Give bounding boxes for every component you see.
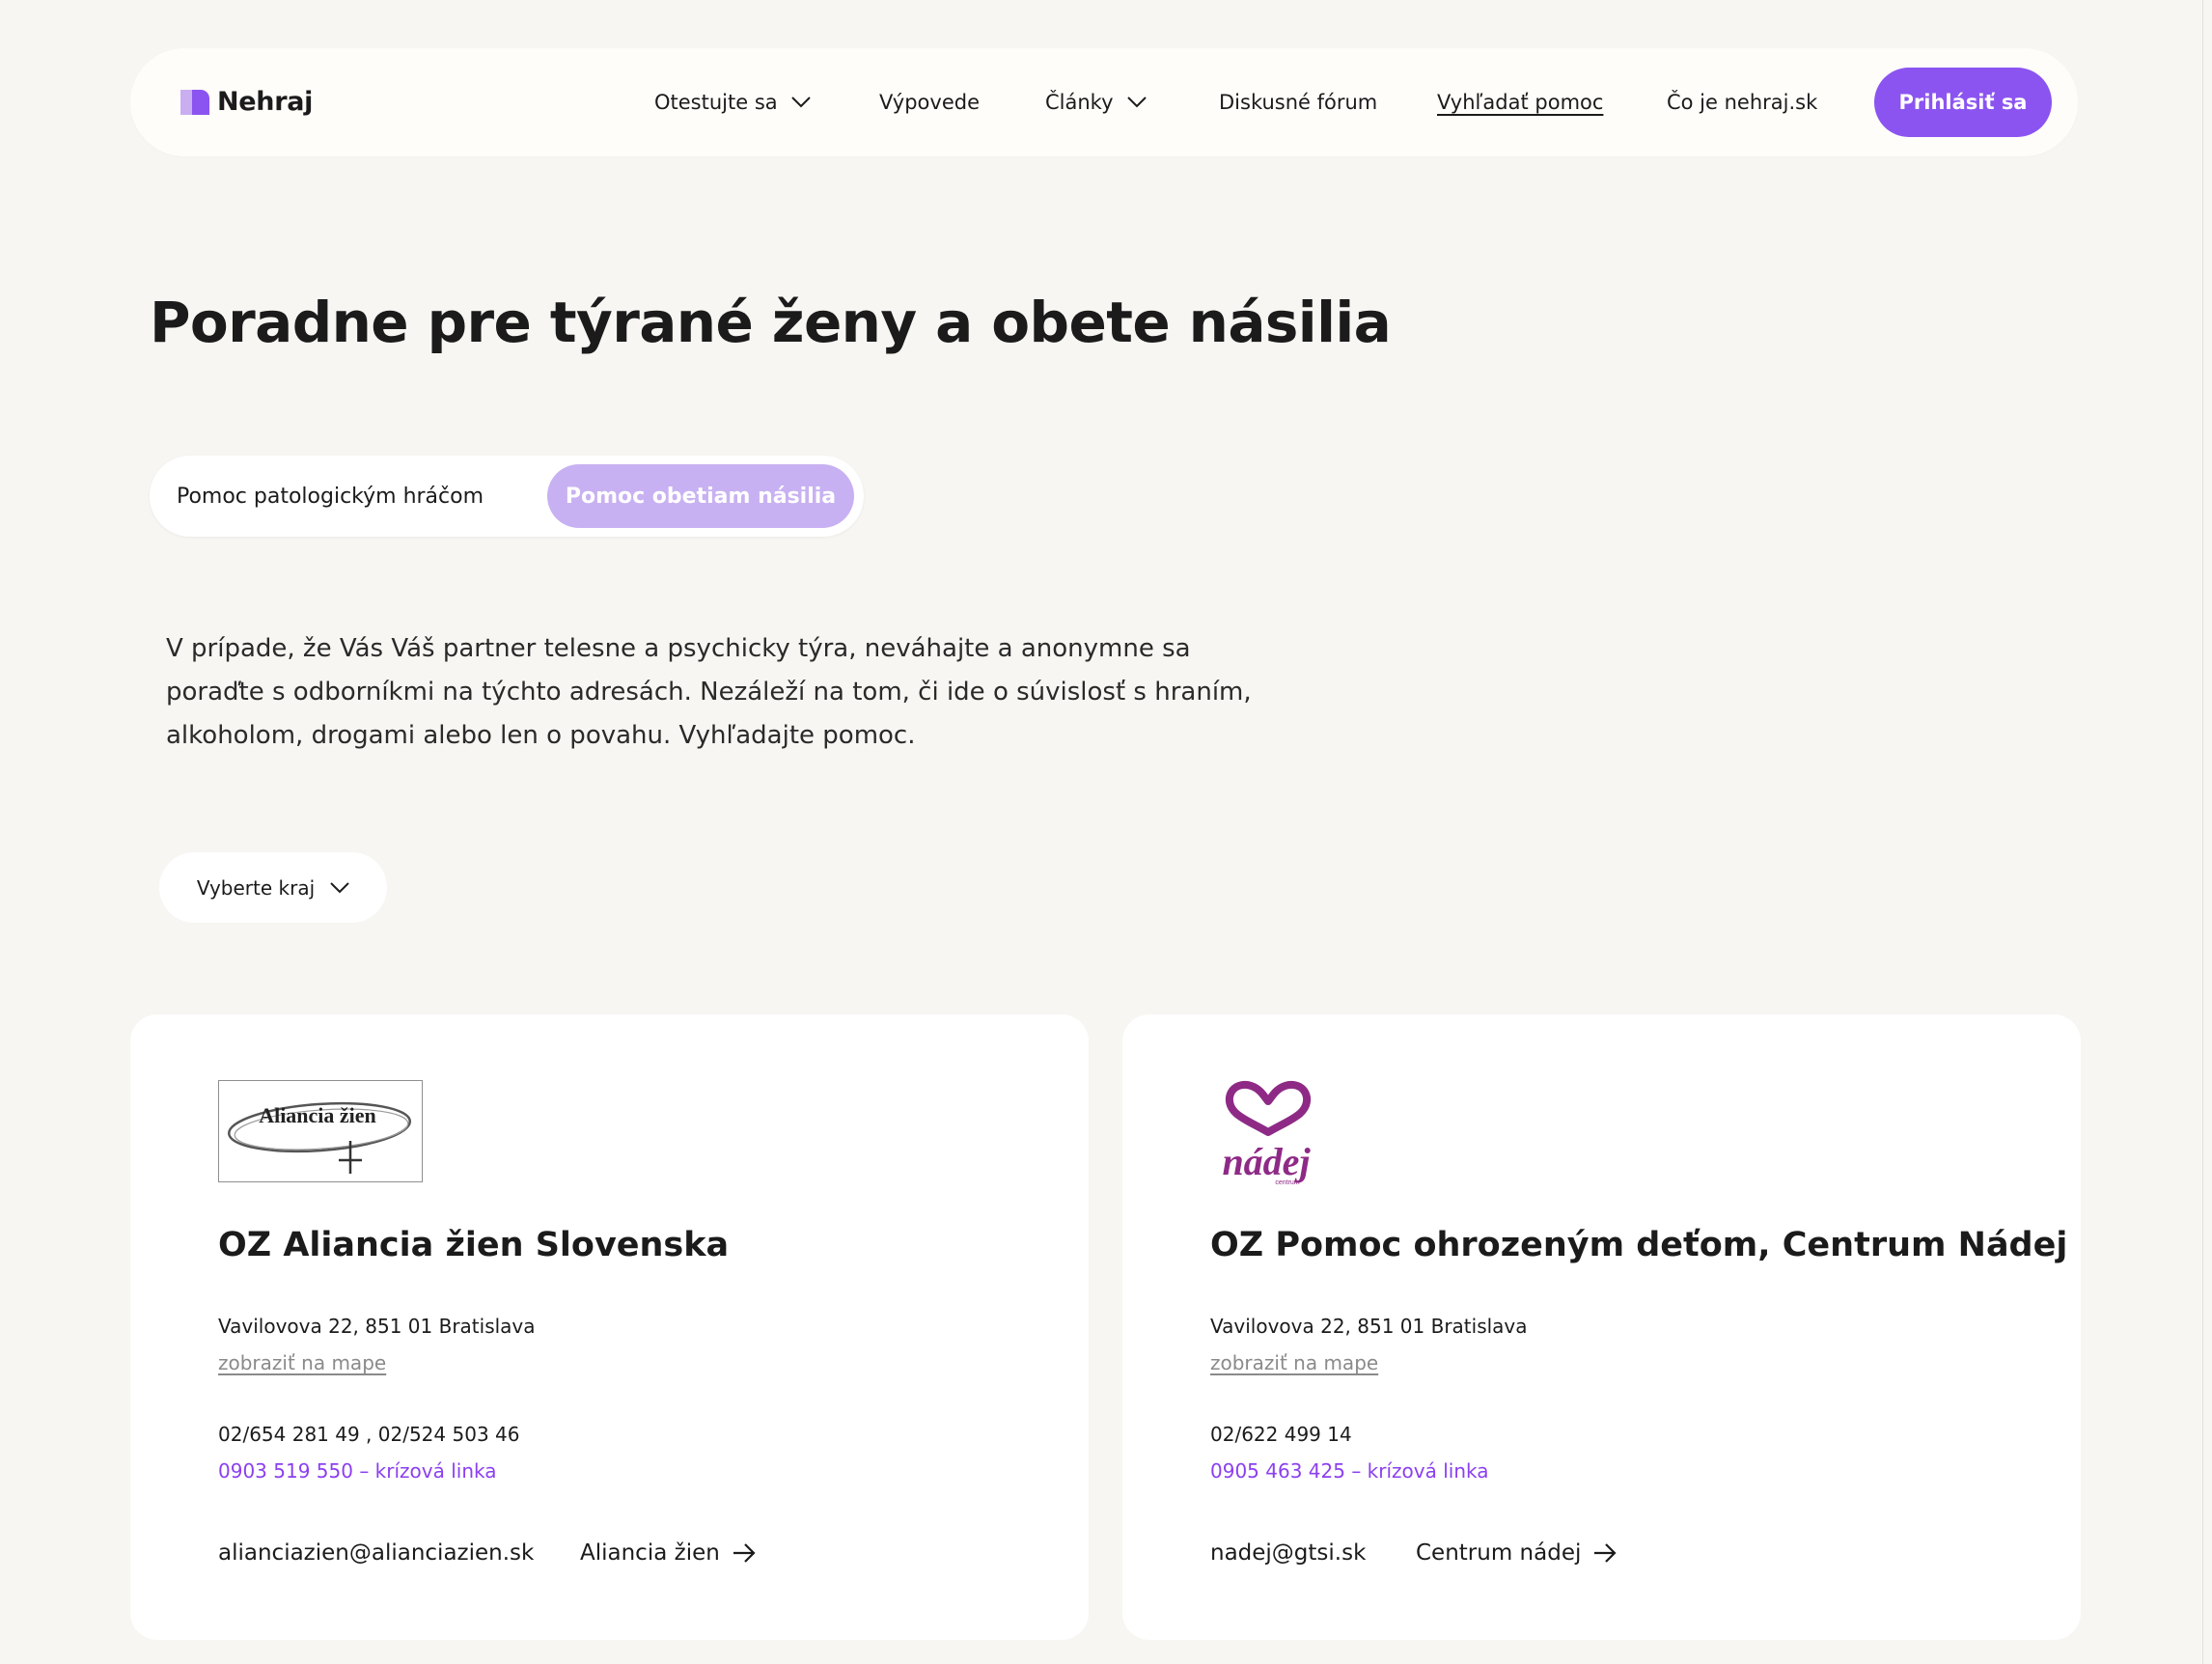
nav-item-label: Diskusné fórum (1219, 91, 1378, 114)
aliancia-logo-text: Aliancia žien (259, 1103, 376, 1127)
organization-card: nádej centrum OZ Pomoc ohrozeným deťom, … (1122, 1014, 2081, 1640)
centrum-nadej-logo-art: nádej centrum (1222, 1080, 1311, 1186)
aliancia-zien-logo: Aliancia žien (218, 1080, 423, 1182)
organization-address: Vavilovova 22, 851 01 Bratislava (1210, 1315, 1528, 1338)
organization-phone: 02/654 281 49 , 02/524 503 46 (218, 1423, 520, 1446)
website-link-label: Aliancia žien (580, 1540, 720, 1566)
region-select-label: Vyberte kraj (196, 875, 316, 900)
nav-item-otestujte-sa[interactable]: Otestujte sa (654, 48, 811, 156)
show-on-map-link[interactable]: zobraziť na mape (218, 1351, 386, 1374)
chevron-down-icon (1126, 97, 1147, 108)
intro-line: poraďte s odborníkmi na týchto adresách.… (166, 678, 1252, 707)
nav-item-label: Články (1045, 91, 1114, 114)
tab-pomoc-obetiam-nasilia[interactable]: Pomoc obetiam násilia (547, 464, 854, 528)
organization-phone: 02/622 499 14 (1210, 1423, 1352, 1446)
main-nav: Otestujte sa Výpovede Články Diskusné fó… (130, 48, 2078, 156)
chevron-down-icon (790, 97, 811, 108)
nav-item-diskusne-forum[interactable]: Diskusné fórum (1219, 48, 1377, 156)
intro-text: V prípade, že Vás Váš partner telesne a … (166, 627, 1286, 758)
top-navbar: Nehraj Otestujte sa Výpovede Články Disk… (130, 48, 2078, 156)
nav-item-label: Otestujte sa (654, 91, 778, 114)
organization-email-link[interactable]: alianciazien@alianciazien.sk (218, 1540, 534, 1566)
arrow-right-icon (733, 1543, 756, 1563)
arrow-right-icon (1594, 1543, 1617, 1563)
nav-item-label: Výpovede (879, 91, 981, 114)
region-select[interactable]: Vyberte kraj (159, 852, 387, 923)
organization-website-link[interactable]: Aliancia žien (580, 1540, 757, 1566)
intro-line: V prípade, že Vás Váš partner telesne a … (166, 634, 1191, 663)
crisis-line-link[interactable]: 0903 519 550 – krízová linka (218, 1459, 497, 1483)
organization-address: Vavilovova 22, 851 01 Bratislava (218, 1315, 536, 1338)
organization-card: Aliancia žien OZ Aliancia žien Slovenska… (130, 1014, 1089, 1640)
nav-item-co-je-nehraj[interactable]: Čo je nehraj.sk (1667, 48, 1817, 156)
organization-website-link[interactable]: Centrum nádej (1416, 1540, 1618, 1566)
organization-title: OZ Aliancia žien Slovenska (218, 1226, 730, 1264)
show-on-map-link[interactable]: zobraziť na mape (1210, 1351, 1378, 1374)
page-title: Poradne pre týrané ženy a obete násilia (150, 290, 1392, 355)
nav-item-label: Čo je nehraj.sk (1667, 91, 1818, 114)
centrum-nadej-logo: nádej centrum (1210, 1076, 1326, 1190)
organization-title: OZ Pomoc ohrozeným deťom, Centrum Nádej (1210, 1226, 2068, 1264)
nav-item-vypovede[interactable]: Výpovede (879, 48, 980, 156)
tab-pomoc-patologickym-hracom[interactable]: Pomoc patologickým hráčom (161, 464, 499, 528)
chevron-down-icon (330, 881, 349, 893)
login-button[interactable]: Prihlásiť sa (1874, 68, 2052, 137)
scrollbar[interactable] (2202, 0, 2212, 1664)
nav-item-label: Vyhľadať pomoc (1437, 91, 1604, 114)
website-link-label: Centrum nádej (1416, 1540, 1582, 1566)
nav-item-vyhladat-pomoc[interactable]: Vyhľadať pomoc (1437, 48, 1603, 156)
category-tabs: Pomoc patologickým hráčom Pomoc obetiam … (150, 456, 864, 537)
nav-item-clanky[interactable]: Články (1045, 48, 1147, 156)
aliancia-zien-logo-art: Aliancia žien (227, 1101, 412, 1174)
crisis-line-link[interactable]: 0905 463 425 – krízová linka (1210, 1459, 1489, 1483)
nadej-logo-subtext: centrum (1275, 1179, 1299, 1186)
organization-email-link[interactable]: nadej@gtsi.sk (1210, 1540, 1366, 1566)
nadej-logo-text: nádej (1222, 1140, 1311, 1183)
intro-line: alkoholom, drogami alebo len o povahu. V… (166, 721, 916, 750)
